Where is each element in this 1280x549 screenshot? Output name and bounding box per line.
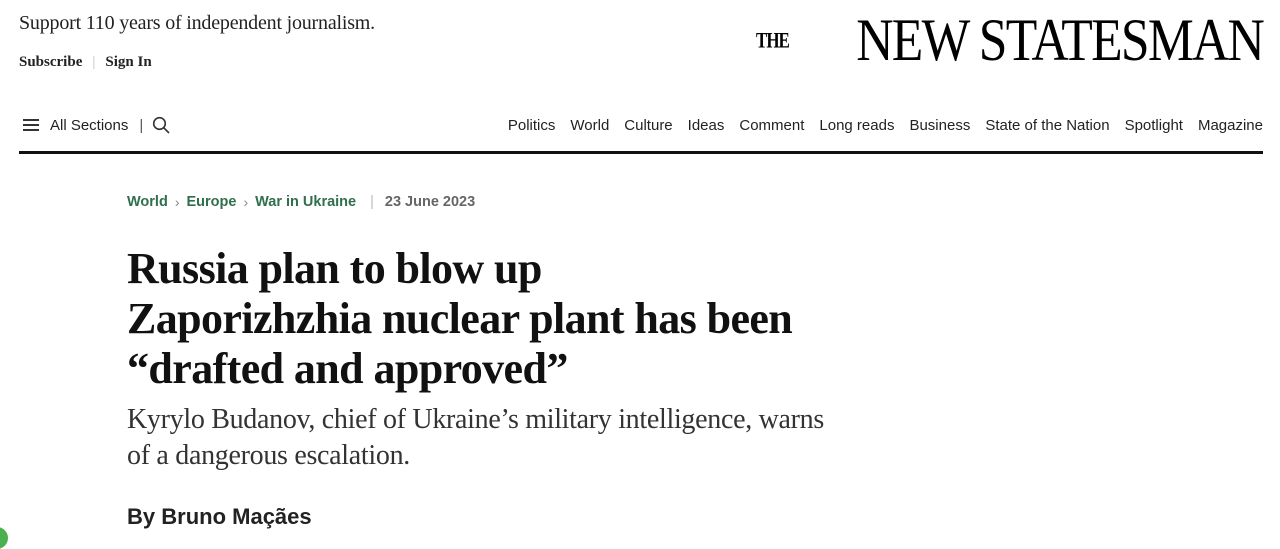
publish-date: 23 June 2023 [384, 194, 476, 210]
nav-link-business[interactable]: Business [909, 117, 970, 134]
sign-in-link[interactable]: Sign In [105, 54, 151, 71]
author-link[interactable]: Bruno Maçães [161, 504, 311, 529]
standfirst-line: Kyrylo Budanov, chief of Ukraine’s milit… [127, 404, 824, 435]
logo-the: THE [755, 28, 790, 53]
nav-link-state-of-the-nation[interactable]: State of the Nation [985, 117, 1109, 134]
nav-link-culture[interactable]: Culture [624, 117, 672, 134]
breadcrumb-separator: | [370, 194, 374, 210]
support-banner-text[interactable]: Support 110 years of independent journal… [19, 12, 375, 35]
breadcrumb-europe[interactable]: Europe [186, 194, 236, 210]
headline-line: “drafted and approved” [127, 344, 568, 393]
nav-links: Politics World Culture Ideas Comment Lon… [508, 117, 1263, 134]
chevron-right-icon: › [243, 194, 249, 210]
floating-action-dot[interactable] [0, 527, 8, 549]
nav-left: All Sections | [19, 116, 170, 134]
article-standfirst: Kyrylo Budanov, chief of Ukraine’s milit… [127, 402, 837, 474]
nav-link-politics[interactable]: Politics [508, 117, 556, 134]
breadcrumb-war-in-ukraine[interactable]: War in Ukraine [255, 194, 356, 210]
search-icon[interactable] [152, 116, 170, 134]
nav-link-comment[interactable]: Comment [739, 117, 804, 134]
account-separator: | [92, 54, 96, 70]
main-nav: All Sections | Politics World Culture Id… [19, 108, 1263, 142]
nav-link-world[interactable]: World [570, 117, 609, 134]
headline-line: Russia plan to blow up [127, 244, 542, 293]
chevron-right-icon: › [174, 194, 180, 210]
all-sections-button[interactable]: All Sections [50, 117, 128, 134]
new-statesman-logo[interactable]: THE NEW STATESMAN [755, 7, 1265, 73]
breadcrumb: World › Europe › War in Ukraine | 23 Jun… [127, 194, 475, 210]
byline: By Bruno Maçães [127, 504, 312, 530]
nav-link-ideas[interactable]: Ideas [688, 117, 725, 134]
subscribe-link[interactable]: Subscribe [19, 54, 82, 71]
nav-link-magazine[interactable]: Magazine [1198, 117, 1263, 134]
account-links: Subscribe | Sign In [19, 54, 152, 71]
nav-divider [19, 151, 1263, 154]
nav-link-long-reads[interactable]: Long reads [819, 117, 894, 134]
logo-name: NEW STATESMAN [856, 7, 1265, 73]
byline-prefix: By [127, 504, 156, 529]
nav-separator: | [139, 116, 144, 134]
headline-line: Zaporizhzhia nuclear plant has been [127, 294, 793, 343]
standfirst-line: of a dangerous escalation. [127, 440, 410, 471]
menu-icon[interactable] [23, 119, 39, 131]
breadcrumb-world[interactable]: World [127, 194, 168, 210]
nav-link-spotlight[interactable]: Spotlight [1125, 117, 1183, 134]
article-headline: Russia plan to blow up Zaporizhzhia nucl… [127, 244, 847, 394]
